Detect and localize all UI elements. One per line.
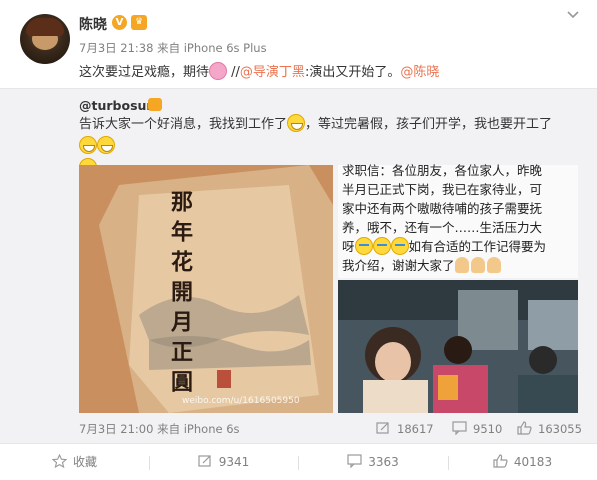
- mention-link-author[interactable]: @陈晓: [400, 65, 439, 80]
- grin-emoji-icon: [287, 114, 306, 132]
- post-meta: 7月3日 21:38 来自 iPhone 6s Plus: [79, 41, 267, 55]
- cry-emoji-icon: [354, 237, 373, 255]
- chevron-down-icon[interactable]: [564, 6, 582, 24]
- repost-likes-count: 163055: [538, 422, 582, 436]
- like-button[interactable]: 40183: [448, 444, 597, 480]
- letter-line: 半月已正式下岗，我已在家待业，可: [342, 182, 543, 197]
- letter-line: 家中还有两个嗷嗷待哺的孩子需要抚: [342, 201, 543, 216]
- poster-title: 那年花開月正圓: [167, 190, 193, 400]
- star-icon: [51, 454, 67, 468]
- favorite-label: 收藏: [72, 455, 97, 469]
- repost-comments[interactable]: 9510: [452, 421, 502, 436]
- pray-emoji-icon: [486, 257, 501, 273]
- poster-art: [79, 165, 333, 413]
- avatar[interactable]: [20, 14, 70, 64]
- comment-icon: [452, 421, 467, 435]
- verified-badge-icon: V: [112, 15, 127, 30]
- post-text-plain: 这次要过足戏瘾，期待: [79, 65, 210, 80]
- letter-line-part: 呀: [342, 239, 355, 254]
- letter-line-part: 如有合适的工作记得要为: [408, 239, 547, 254]
- grin-emoji-icon: [97, 136, 115, 154]
- letter-text: 求职信：各位朋友，各位家人，昨晚 半月已正式下岗，我已在家待业，可 家中还有两个…: [342, 161, 578, 275]
- repost-icon: [198, 455, 211, 467]
- thumb-up-icon: [493, 454, 508, 468]
- pray-emoji-icon: [470, 257, 485, 273]
- repost-comments-count: 9510: [473, 422, 503, 436]
- repost-likes[interactable]: 163055: [517, 421, 582, 436]
- letter-line: 养，哦不，还有一个……生活压力大: [342, 220, 543, 235]
- repost-icon: [376, 422, 389, 434]
- repost-count: 9341: [218, 455, 250, 469]
- repost-crown-icon: [148, 98, 162, 111]
- post-text: 这次要过足戏瘾，期待 //@导演丁黑:演出又开始了。@陈晓: [79, 62, 439, 83]
- poster-image[interactable]: [79, 165, 333, 413]
- grin-emoji-icon: [79, 136, 97, 154]
- cry-emoji-icon: [390, 237, 409, 255]
- comment-button[interactable]: 3363: [298, 444, 448, 480]
- weibo-card: 陈晓 V ♛ 7月3日 21:38 来自 iPhone 6s Plus 这次要过…: [0, 0, 597, 480]
- image-watermark: weibo.com/u/1616505950: [182, 396, 300, 406]
- photo-image[interactable]: [338, 280, 578, 413]
- repost-reposts-count: 18617: [397, 422, 434, 436]
- letter-line: 求职信：各位朋友，各位家人，昨晚: [342, 163, 543, 178]
- photo-art: [338, 280, 578, 413]
- mention-link-director[interactable]: @导演丁黑: [240, 65, 305, 80]
- comment-count: 3363: [368, 455, 399, 469]
- repost-text-2: ，等过完暑假，孩子们开学，我也要开工了: [305, 117, 553, 132]
- pray-emoji-icon: [454, 257, 469, 273]
- repost-button[interactable]: 9341: [149, 444, 298, 480]
- comment-icon: [347, 454, 362, 468]
- thumb-up-icon: [517, 421, 532, 435]
- member-crown-icon: ♛: [131, 15, 147, 30]
- repost-meta: 7月3日 21:00 来自 iPhone 6s: [79, 422, 240, 436]
- cry-emoji-icon: [372, 237, 391, 255]
- letter-line-part: 我介绍，谢谢大家了: [342, 258, 455, 273]
- pig-emoji-icon: [209, 62, 228, 80]
- like-count: 40183: [513, 455, 553, 469]
- favorite-button[interactable]: 收藏: [0, 444, 149, 480]
- post-text-mid: :演出又开始了。: [304, 65, 401, 80]
- repost-author[interactable]: @turbosun: [79, 98, 155, 113]
- repost-text-1: 告诉大家一个好消息，我找到工作了: [79, 117, 288, 132]
- letter-line: 呀 如有合适的工作记得要为: [342, 237, 578, 256]
- repost-reposts[interactable]: 18617: [376, 421, 434, 436]
- post-text-sep: //: [227, 65, 240, 80]
- letter-line: 我介绍，谢谢大家了: [342, 256, 578, 275]
- author-name[interactable]: 陈晓: [79, 14, 107, 34]
